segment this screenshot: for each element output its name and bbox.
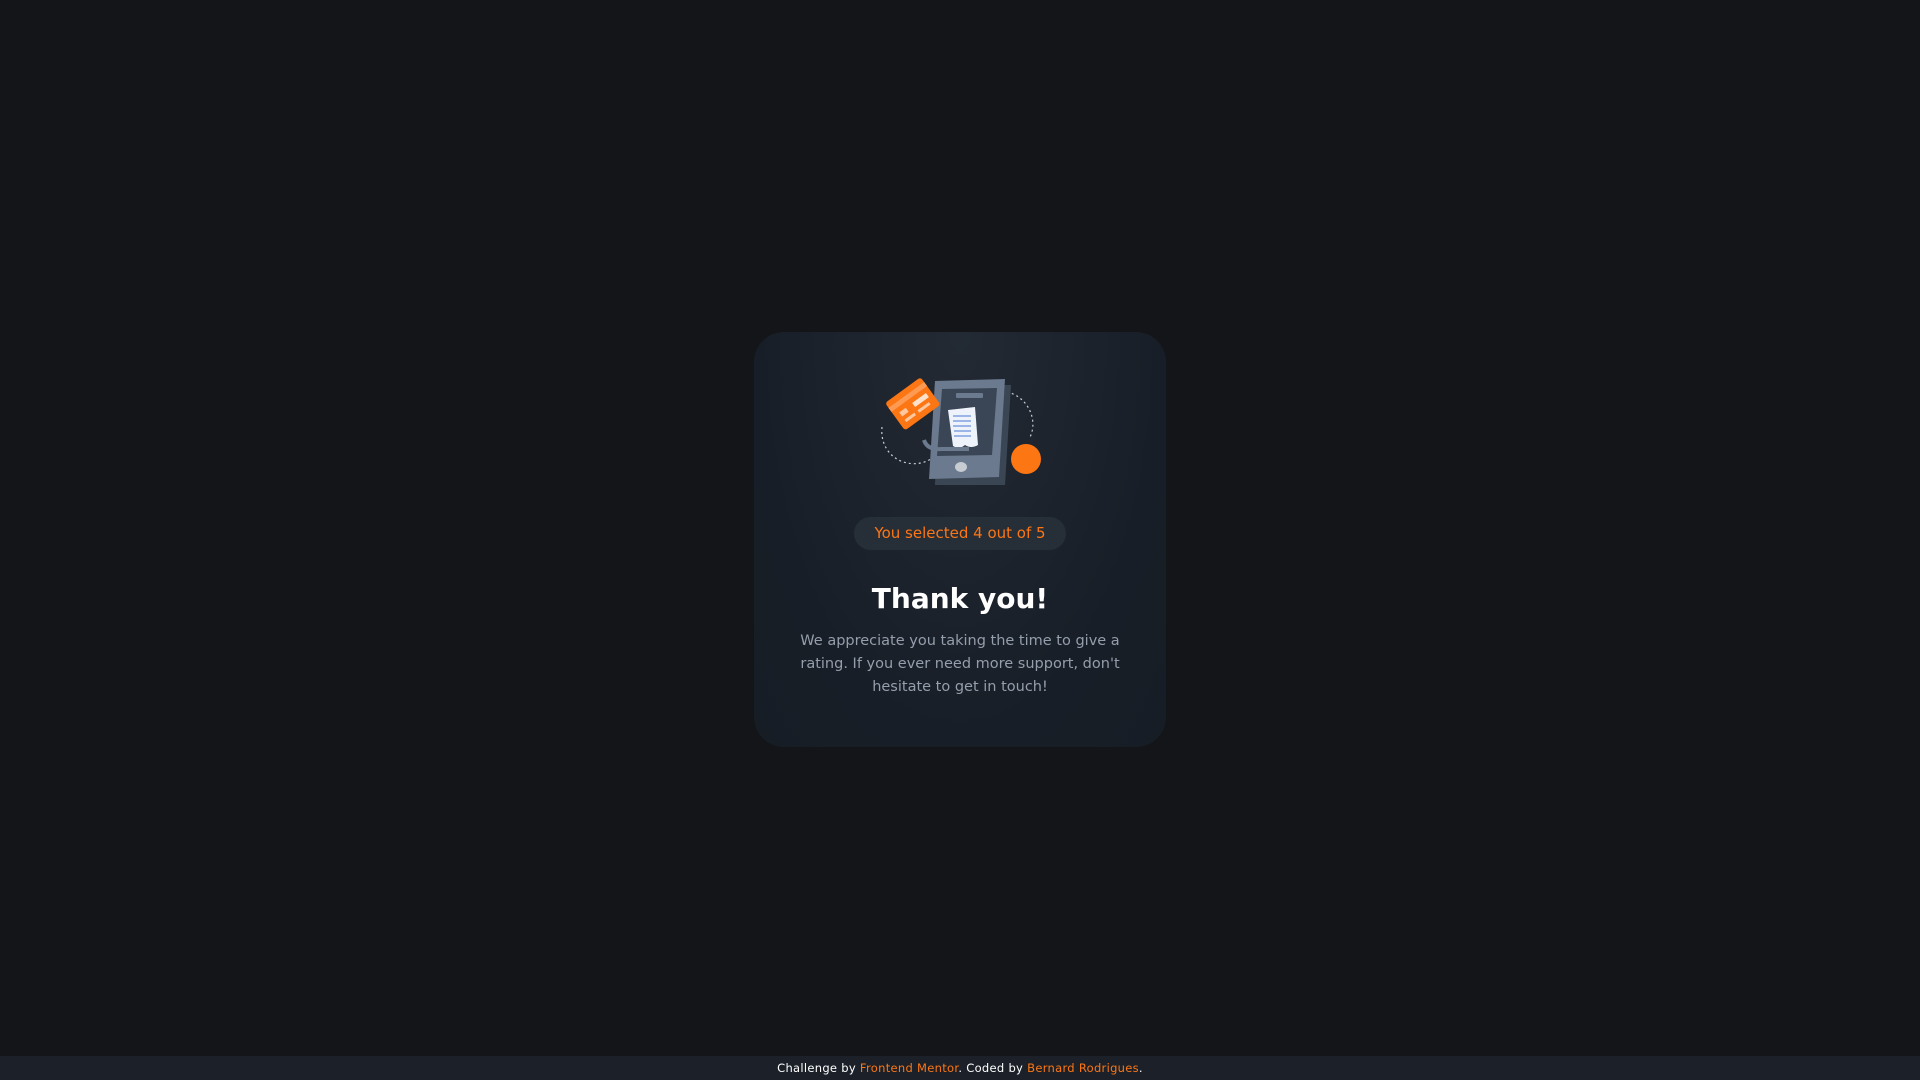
author-link[interactable]: Bernard Rodrigues	[1027, 1061, 1139, 1075]
thank-you-card: You selected 4 out of 5 Thank you! We ap…	[754, 332, 1166, 747]
thank-you-phone-illustration	[881, 378, 1041, 485]
thank-you-heading: Thank you!	[871, 582, 1049, 615]
attribution-coded-prefix: . Coded by	[958, 1061, 1028, 1075]
attribution-challenge-prefix: Challenge by	[777, 1061, 860, 1075]
frontend-mentor-link[interactable]: Frontend Mentor	[860, 1061, 958, 1075]
attribution-footer: Challenge by Frontend Mentor. Coded by B…	[0, 1056, 1920, 1080]
rating-selection-badge: You selected 4 out of 5	[854, 517, 1066, 550]
thank-you-message: We appreciate you taking the time to giv…	[800, 633, 1120, 695]
attribution-suffix: .	[1138, 1061, 1143, 1075]
page: You selected 4 out of 5 Thank you! We ap…	[0, 0, 1920, 1080]
